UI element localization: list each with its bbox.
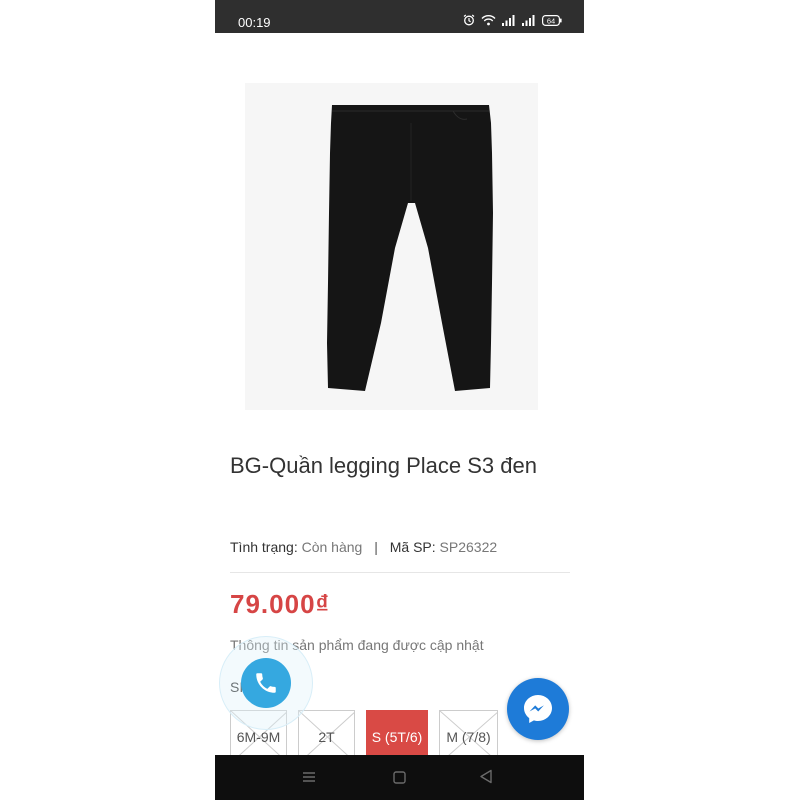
status-bar: 00:19 64	[215, 0, 584, 33]
black-leggings-image	[245, 83, 538, 410]
status-time: 00:19	[238, 15, 271, 30]
divider	[230, 572, 570, 573]
size-option-label: 6M-9M	[236, 729, 281, 745]
battery-level: 64	[547, 16, 555, 25]
product-price: 79.000₫	[230, 589, 330, 619]
battery-icon: 64	[542, 14, 562, 26]
sku-value: SP26322	[439, 539, 498, 555]
phone-screen: 00:19 64 BG-Quần legging Place S3 đen Tì…	[215, 0, 584, 800]
size-option-label: S (5T/6)	[371, 729, 423, 745]
menu-icon[interactable]	[302, 770, 316, 784]
product-image[interactable]	[245, 83, 538, 410]
status-value: Còn hàng	[301, 539, 363, 555]
wifi-icon	[481, 15, 496, 26]
messenger-icon	[524, 695, 552, 723]
status-icons: 64	[463, 14, 562, 26]
navigation-bar	[215, 755, 584, 800]
call-button[interactable]	[241, 658, 291, 708]
product-title: BG-Quần legging Place S3 đen	[230, 453, 537, 478]
back-icon[interactable]	[479, 769, 493, 784]
phone-icon	[256, 673, 276, 693]
meta-separator: |	[374, 539, 378, 555]
home-icon[interactable]	[393, 771, 406, 784]
alarm-icon	[463, 14, 475, 26]
sku-label: Mã SP:	[389, 539, 436, 555]
product-meta: Tình trạng: Còn hàng | Mã SP: SP26322	[230, 539, 497, 555]
status-label: Tình trạng:	[230, 539, 298, 555]
signal-icon	[522, 15, 535, 26]
messenger-button[interactable]	[507, 678, 569, 740]
signal-icon	[502, 15, 515, 26]
size-option-label: 2T	[318, 729, 335, 745]
size-option-label: M (7/8)	[446, 729, 491, 745]
